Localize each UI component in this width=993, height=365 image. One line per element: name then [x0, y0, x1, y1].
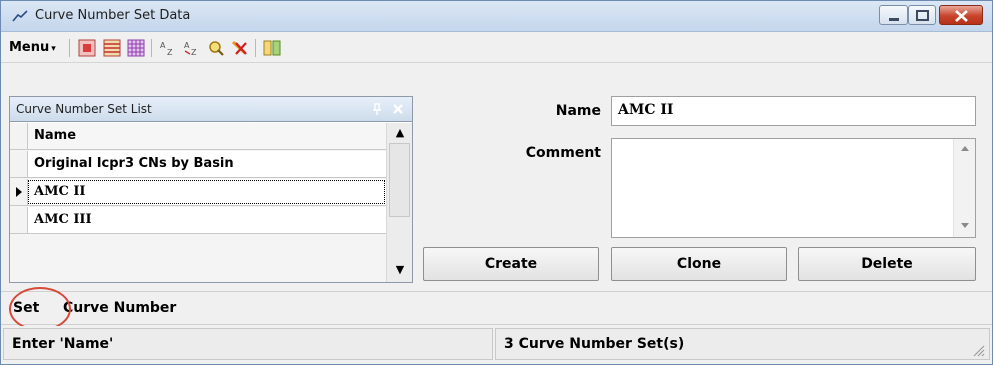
scroll-down-icon[interactable]: ▼: [393, 263, 407, 277]
table-cell[interactable]: AMC III: [34, 212, 92, 227]
create-button[interactable]: Create: [423, 247, 599, 281]
close-button[interactable]: [939, 5, 983, 25]
comment-field[interactable]: [611, 138, 976, 238]
window-title: Curve Number Set Data: [35, 8, 191, 23]
name-field[interactable]: AMC II: [611, 96, 976, 126]
current-row-arrow-icon: [16, 187, 22, 197]
find-icon[interactable]: [207, 39, 225, 57]
minimize-button[interactable]: [879, 5, 908, 25]
curve-app-icon: [12, 10, 28, 22]
clear-filter-icon[interactable]: [231, 39, 249, 57]
name-label: Name: [555, 103, 601, 119]
status-count-cell: 3 Curve Number Set(s): [495, 328, 990, 360]
close-icon: [955, 10, 968, 22]
resize-grip-icon[interactable]: [971, 343, 985, 357]
panel-close-icon[interactable]: [390, 101, 406, 117]
toolbar-separator: [151, 39, 152, 57]
svg-text:A: A: [160, 41, 166, 50]
toolbar-separator: [255, 39, 256, 57]
delete-button[interactable]: Delete: [798, 247, 976, 281]
panel-title: Curve Number Set List: [16, 102, 152, 116]
select-grid-icon[interactable]: [78, 39, 96, 57]
title-bar[interactable]: Curve Number Set Data: [1, 1, 992, 32]
annotation-circle: [9, 287, 71, 331]
maximize-button[interactable]: [908, 5, 936, 25]
pin-icon[interactable]: [370, 102, 384, 116]
panel-header: Curve Number Set List: [9, 96, 413, 122]
svg-text:A: A: [184, 41, 190, 50]
row-selector[interactable]: [10, 179, 28, 205]
comment-scrollbar[interactable]: [953, 139, 975, 237]
table-cell[interactable]: AMC II: [34, 184, 86, 199]
clone-button[interactable]: Clone: [611, 247, 787, 281]
comment-label: Comment: [525, 145, 601, 161]
table-row[interactable]: AMC III: [10, 207, 386, 234]
scroll-thumb[interactable]: [389, 143, 410, 217]
curve-number-set-grid: Name Original Icpr3 CNs by Basin AMC II …: [10, 123, 386, 282]
table-cell[interactable]: Original Icpr3 CNs by Basin: [34, 156, 234, 171]
sort-descending-icon[interactable]: A Z: [183, 39, 201, 57]
grid-header-row: Name: [10, 123, 386, 150]
comment-scroll-arrows: [961, 146, 969, 228]
status-bar: Enter 'Name' 3 Curve Number Set(s): [1, 326, 992, 364]
table-row[interactable]: AMC II: [10, 179, 386, 206]
toolbar: Menu ▾ A Z A Z: [1, 33, 992, 63]
row-selector: [10, 123, 28, 149]
list-vertical-scrollbar[interactable]: ▲ ▼: [386, 123, 412, 282]
sort-ascending-icon[interactable]: A Z: [159, 39, 177, 57]
row-selector[interactable]: [10, 207, 28, 233]
rows-icon[interactable]: [103, 39, 121, 57]
status-count: 3 Curve Number Set(s): [504, 336, 685, 352]
status-message-cell: Enter 'Name': [3, 328, 493, 360]
menu-label: Menu: [9, 40, 50, 55]
toolbar-separator: [69, 39, 70, 57]
tab-curve-number[interactable]: Curve Number: [63, 300, 176, 316]
scroll-up-icon[interactable]: ▲: [393, 126, 407, 140]
curve-number-set-window: Curve Number Set Data Menu ▾ A Z A Z Cur…: [0, 0, 993, 365]
minimize-icon: [889, 18, 899, 21]
status-message: Enter 'Name': [12, 336, 114, 352]
menu-button[interactable]: Menu ▾: [7, 37, 58, 59]
column-header-name[interactable]: Name: [34, 128, 76, 143]
row-selector[interactable]: [10, 151, 28, 177]
columns-grid-icon[interactable]: [127, 39, 145, 57]
svg-text:Z: Z: [167, 48, 173, 57]
table-row[interactable]: Original Icpr3 CNs by Basin: [10, 151, 386, 178]
chevron-down-icon: ▾: [51, 44, 56, 54]
svg-text:Z: Z: [191, 48, 197, 57]
tab-strip: Set Curve Number: [1, 291, 992, 325]
maximize-icon: [916, 10, 929, 21]
split-view-icon[interactable]: [263, 39, 281, 57]
